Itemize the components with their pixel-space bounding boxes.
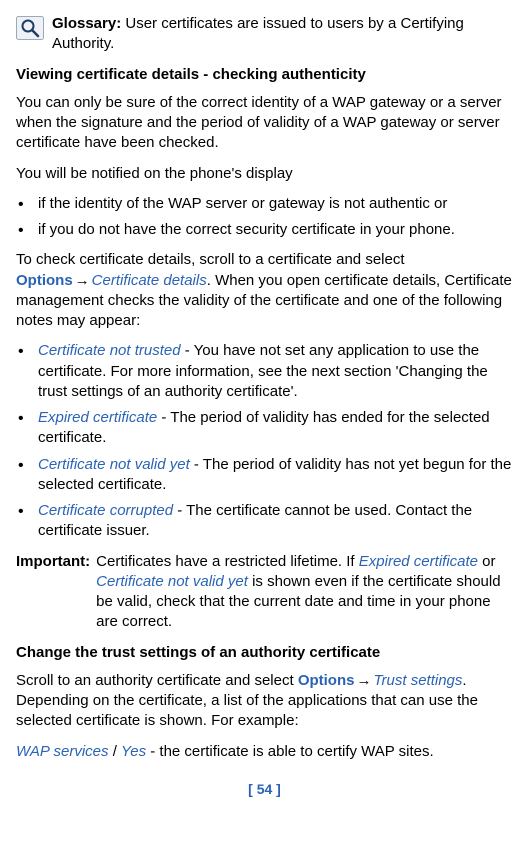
- text: - the certificate is able to certify WAP…: [146, 743, 434, 760]
- notes-list: Certificate not trusted - You have not s…: [16, 341, 513, 541]
- list-item: Certificate not trusted - You have not s…: [16, 341, 513, 402]
- para-trust-example: WAP services / Yes - the certificate is …: [16, 742, 513, 762]
- arrow-icon: →: [73, 272, 92, 289]
- heading-trust-settings: Change the trust settings of an authorit…: [16, 643, 513, 663]
- note-term: Expired certificate: [38, 409, 157, 426]
- para-trust-1: Scroll to an authority certificate and s…: [16, 671, 513, 732]
- important-block: Important: Certificates have a restricte…: [16, 552, 513, 633]
- list-item: Certificate corrupted - The certificate …: [16, 501, 513, 542]
- note-term: Certificate not valid yet: [38, 456, 190, 473]
- text: or: [478, 553, 496, 570]
- note-term: Certificate not trusted: [38, 342, 181, 359]
- options-link: Options: [298, 672, 355, 689]
- text: /: [109, 743, 122, 760]
- example-app: WAP services: [16, 743, 109, 760]
- important-label: Important:: [16, 552, 94, 633]
- example-value: Yes: [121, 743, 146, 760]
- note-term: Certificate corrupted: [38, 502, 173, 519]
- arrow-icon: →: [354, 672, 373, 689]
- text: To check certificate details, scroll to …: [16, 251, 405, 268]
- para-viewing-1: You can only be sure of the correct iden…: [16, 93, 513, 154]
- options-link: Options: [16, 272, 73, 289]
- notify-list: if the identity of the WAP server or gat…: [16, 194, 513, 241]
- important-text: Certificates have a restricted lifetime.…: [94, 552, 513, 633]
- glossary-label: Glossary:: [52, 15, 121, 32]
- term-not-valid-yet: Certificate not valid yet: [96, 573, 248, 590]
- magnifier-icon: [16, 16, 44, 40]
- menu-item-certificate-details: Certificate details: [92, 272, 207, 289]
- list-item-text: if you do not have the correct security …: [38, 221, 455, 238]
- glossary-text: Glossary: User certificates are issued t…: [52, 14, 513, 55]
- heading-viewing: Viewing certificate details - checking a…: [16, 65, 513, 85]
- glossary-block: Glossary: User certificates are issued t…: [16, 14, 513, 55]
- term-expired: Expired certificate: [359, 553, 478, 570]
- text: Certificates have a restricted lifetime.…: [96, 553, 359, 570]
- text: Scroll to an authority certificate and s…: [16, 672, 298, 689]
- document-page: Glossary: User certificates are issued t…: [0, 0, 529, 809]
- list-item: if the identity of the WAP server or gat…: [16, 194, 513, 214]
- menu-item-trust-settings: Trust settings: [373, 672, 462, 689]
- para-viewing-2: You will be notified on the phone's disp…: [16, 164, 513, 184]
- list-item: Certificate not valid yet - The period o…: [16, 455, 513, 496]
- para-check-details: To check certificate details, scroll to …: [16, 250, 513, 331]
- list-item-text: if the identity of the WAP server or gat…: [38, 195, 447, 212]
- page-number: [ 54 ]: [16, 780, 513, 799]
- list-item: Expired certificate - The period of vali…: [16, 408, 513, 449]
- list-item: if you do not have the correct security …: [16, 220, 513, 240]
